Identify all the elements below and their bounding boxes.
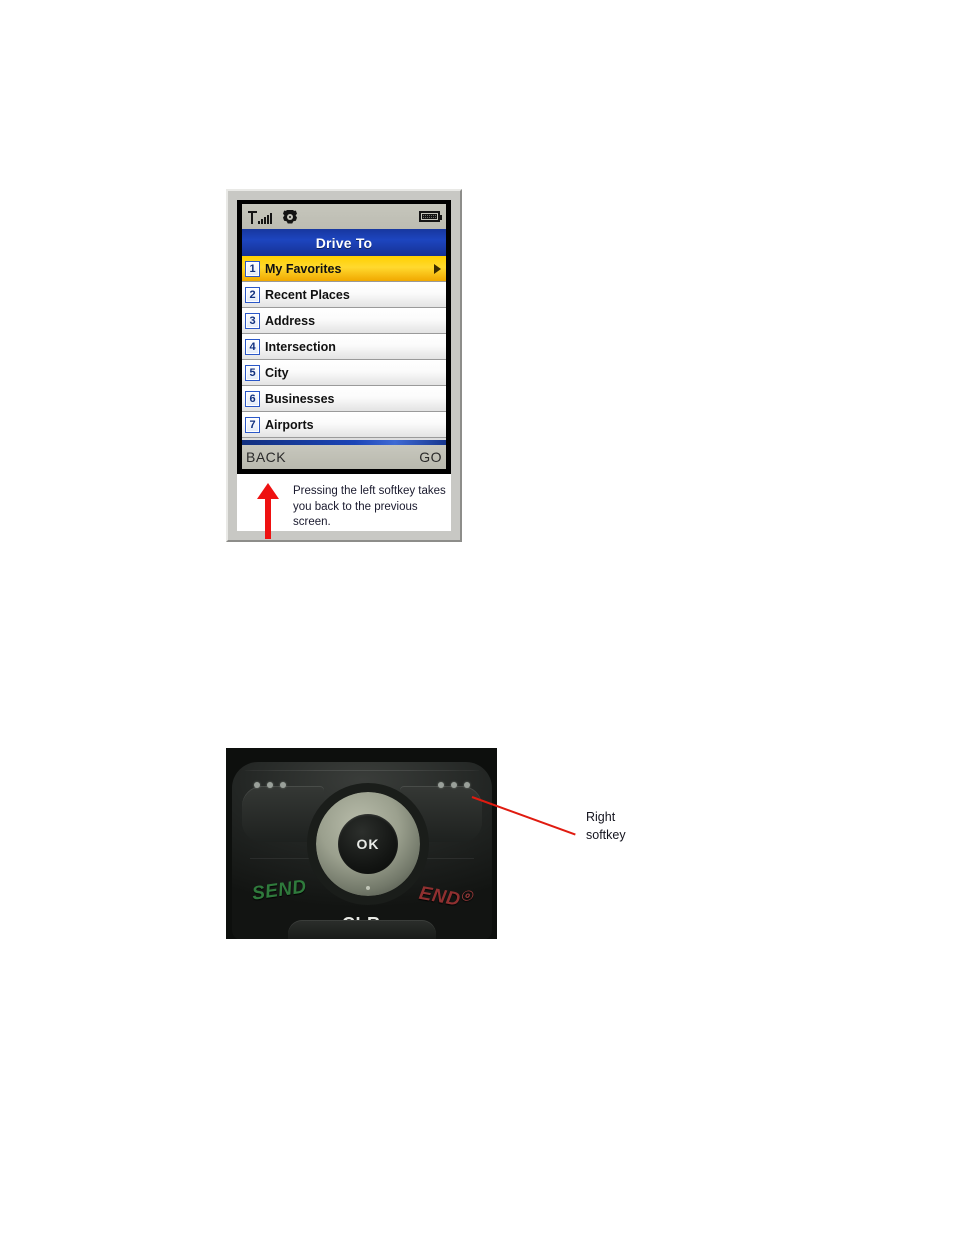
menu-item-number: 7 (245, 416, 260, 433)
menu-item-city[interactable]: 5 City (242, 360, 446, 386)
keypad-plate: OK SEND ENDⓞ CLR (232, 762, 492, 939)
bottom-key[interactable] (288, 920, 436, 939)
menu-item-label: Businesses (265, 391, 335, 406)
menu-item-label: My Favorites (265, 261, 342, 276)
keypad-figure: OK SEND ENDⓞ CLR Right softkey (226, 748, 663, 939)
menu-item-number: 4 (245, 338, 260, 355)
end-key-label: END (417, 882, 462, 911)
caption-area: Pressing the left softkey takes you back… (237, 474, 451, 539)
menu-item-recent-places[interactable]: 2 Recent Places (242, 282, 446, 308)
menu-item-number: 5 (245, 364, 260, 381)
left-softkey-back[interactable]: BACK (246, 449, 286, 465)
menu-item-address[interactable]: 3 Address (242, 308, 446, 334)
gear-icon (283, 209, 297, 224)
menu-item-label: Airports (265, 417, 314, 432)
menu-item-label: Recent Places (265, 287, 350, 302)
menu-item-label: Intersection (265, 339, 336, 354)
menu-item-businesses[interactable]: 6 Businesses (242, 386, 446, 412)
menu-item-number: 2 (245, 286, 260, 303)
menu-item-my-favorites[interactable]: 1 My Favorites (242, 256, 446, 282)
phone-screen-bezel: Drive To 1 My Favorites 2 Recent Places … (237, 200, 451, 474)
end-key[interactable]: ENDⓞ (417, 880, 474, 914)
menu-item-number: 1 (245, 260, 260, 277)
menu-item-number: 6 (245, 390, 260, 407)
ok-button[interactable]: OK (338, 814, 398, 874)
right-softkey-callout-label: Right softkey (586, 808, 626, 844)
menu-item-number: 3 (245, 312, 260, 329)
drive-to-figure: Drive To 1 My Favorites 2 Recent Places … (226, 189, 462, 542)
keypad-photo: OK SEND ENDⓞ CLR (226, 748, 497, 939)
ok-button-label: OK (356, 836, 380, 852)
chevron-right-icon (434, 263, 441, 274)
softkey-bar: BACK GO (242, 445, 446, 469)
navigation-ring[interactable]: OK (307, 783, 429, 905)
figure-inner-panel: Drive To 1 My Favorites 2 Recent Places … (237, 200, 451, 539)
send-key[interactable]: SEND (251, 876, 308, 905)
battery-icon (419, 211, 442, 222)
three-dots-icon-left (254, 782, 286, 788)
three-dots-icon-right (438, 782, 470, 788)
status-bar (242, 204, 446, 229)
menu-item-airports[interactable]: 7 Airports (242, 412, 446, 438)
callout-line-1: Right (586, 810, 616, 824)
up-arrow-icon (249, 483, 289, 539)
ring-nub (366, 886, 370, 890)
phone-display: Drive To 1 My Favorites 2 Recent Places … (242, 204, 446, 469)
caption-text: Pressing the left softkey takes you back… (293, 485, 446, 528)
menu-list: 1 My Favorites 2 Recent Places 3 Address… (242, 256, 446, 440)
page-title: Drive To (242, 229, 446, 256)
menu-item-label: City (265, 365, 289, 380)
status-bar-right-icons (419, 211, 442, 222)
menu-item-intersection[interactable]: 4 Intersection (242, 334, 446, 360)
right-softkey-go[interactable]: GO (419, 449, 442, 465)
callout-line-2: softkey (586, 828, 626, 842)
power-symbol-icon: ⓞ (459, 889, 474, 904)
status-bar-left-icons (248, 209, 297, 224)
signal-antenna-icon (248, 210, 272, 224)
menu-item-label: Address (265, 313, 316, 328)
